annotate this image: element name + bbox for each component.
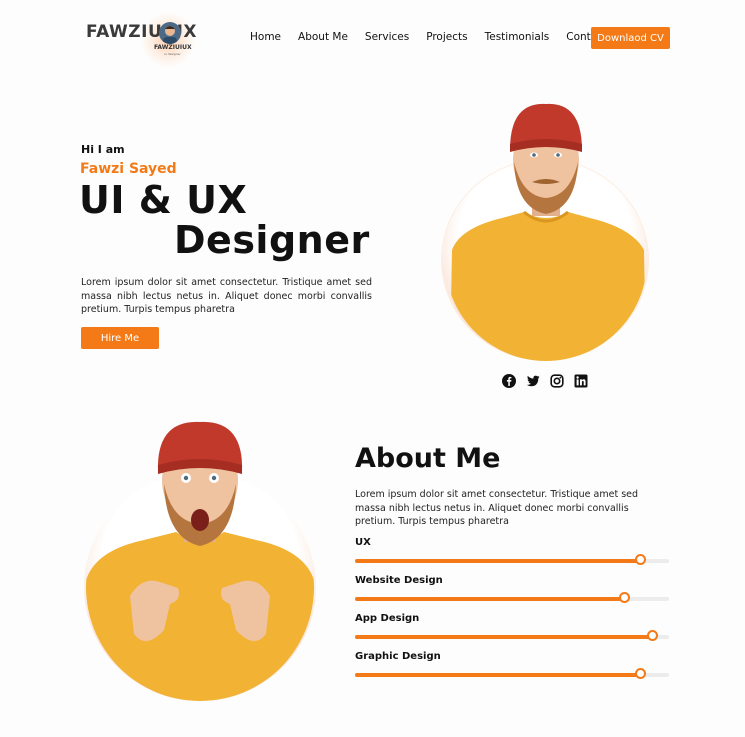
instagram-icon[interactable] bbox=[550, 374, 564, 388]
skill-slider-fill bbox=[355, 635, 654, 639]
hero-portrait bbox=[450, 103, 646, 361]
nav-services[interactable]: Services bbox=[365, 31, 409, 43]
hero-greeting: Hi I am bbox=[81, 143, 125, 156]
skill-slider-fill bbox=[355, 673, 641, 677]
linkedin-icon[interactable] bbox=[574, 374, 588, 388]
hero-title-line1: UI & UX bbox=[79, 178, 248, 222]
nav-home[interactable]: Home bbox=[250, 31, 281, 43]
skill-label: Graphic Design bbox=[355, 651, 441, 662]
skill-slider[interactable] bbox=[355, 554, 669, 565]
main-nav: Home About Me Services Projects Testimon… bbox=[250, 31, 624, 43]
facebook-icon[interactable] bbox=[502, 374, 516, 388]
skill-label: App Design bbox=[355, 613, 420, 624]
logo-avatar bbox=[159, 22, 181, 44]
logo[interactable]: FAWZIUIUX FAWZIUIUX ui designer bbox=[86, 12, 197, 68]
hire-me-button[interactable]: Hire Me bbox=[81, 327, 159, 349]
hero-name: Fawzi Sayed bbox=[80, 161, 177, 177]
skill-label: UX bbox=[355, 537, 371, 548]
hero-description: Lorem ipsum dolor sit amet consectetur. … bbox=[81, 277, 372, 315]
social-links bbox=[502, 374, 588, 388]
skill-slider[interactable] bbox=[355, 668, 669, 679]
skill-slider-knob[interactable] bbox=[634, 668, 646, 679]
skill-label: Website Design bbox=[355, 575, 443, 586]
skill-slider-knob[interactable] bbox=[634, 554, 646, 565]
skill-slider[interactable] bbox=[355, 592, 669, 603]
about-portrait bbox=[84, 421, 316, 701]
hero-title-line2: Designer bbox=[174, 218, 370, 262]
skill-slider-fill bbox=[355, 559, 641, 563]
about-title: About Me bbox=[355, 443, 501, 474]
nav-testimonials[interactable]: Testimonials bbox=[485, 31, 550, 43]
skill-slider-knob[interactable] bbox=[647, 630, 659, 641]
skill-slider-knob[interactable] bbox=[619, 592, 631, 603]
twitter-icon[interactable] bbox=[526, 374, 540, 388]
skill-slider-fill bbox=[355, 597, 626, 601]
nav-projects[interactable]: Projects bbox=[426, 31, 467, 43]
logo-subtitle: FAWZIUIUX bbox=[154, 44, 192, 51]
about-description: Lorem ipsum dolor sit amet consectetur. … bbox=[355, 489, 639, 527]
nav-about-me[interactable]: About Me bbox=[298, 31, 348, 43]
skill-slider[interactable] bbox=[355, 630, 669, 641]
download-cv-button[interactable]: Downlaod CV bbox=[591, 27, 670, 49]
logo-tagline: ui designer bbox=[164, 52, 181, 56]
